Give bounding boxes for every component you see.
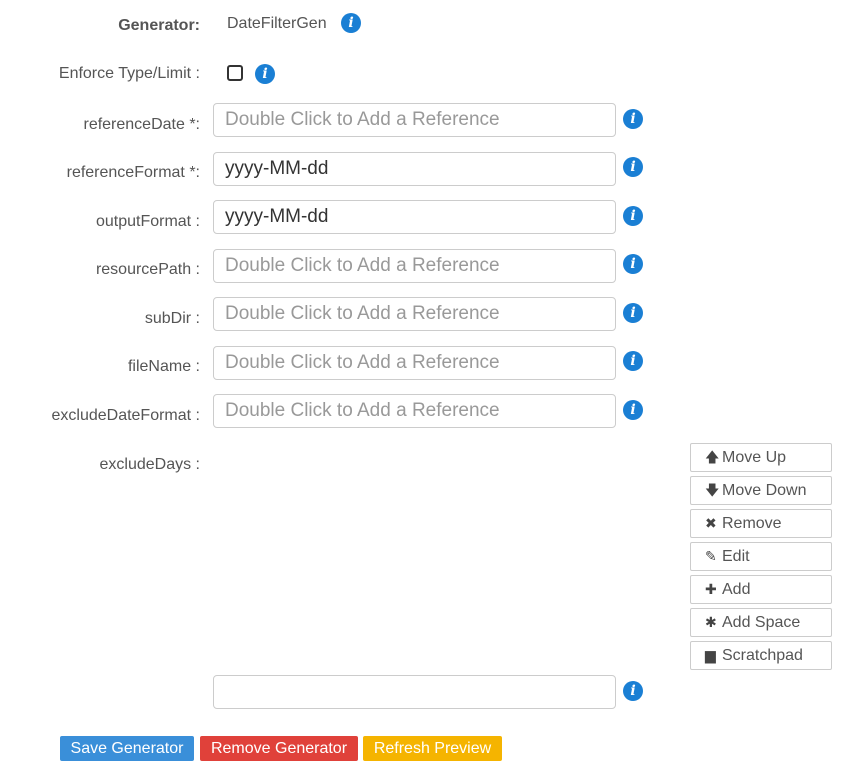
edit-button[interactable]: ✎ Edit (690, 542, 832, 571)
asterisk-icon: ✱ (705, 614, 717, 630)
add-space-label: Add Space (722, 614, 801, 631)
exclude-days-input[interactable] (213, 675, 616, 709)
pencil-icon: ✎ (705, 548, 717, 564)
exclude-date-format-label: excludeDateFormat : (51, 407, 200, 424)
move-down-label: Move Down (722, 482, 807, 499)
file-icon: ▆ (705, 647, 716, 663)
reference-date-input[interactable] (213, 103, 616, 137)
exclude-days-info-icon[interactable]: i (623, 681, 643, 701)
plus-icon: ✚ (705, 581, 717, 597)
reference-format-input[interactable] (213, 152, 616, 186)
exclude-date-format-info-icon[interactable]: i (623, 400, 643, 420)
sub-dir-label: subDir : (144, 310, 200, 327)
file-name-info-icon[interactable]: i (623, 351, 643, 371)
output-format-info-icon[interactable]: i (623, 206, 643, 226)
remove-generator-button[interactable]: Remove Generator (200, 736, 358, 761)
remove-label: Remove (722, 515, 782, 532)
refresh-preview-button[interactable]: Refresh Preview (363, 736, 502, 761)
generator-label: Generator: (118, 17, 200, 34)
edit-label: Edit (722, 548, 750, 565)
move-up-button[interactable]: 🡅 Move Up (690, 443, 832, 472)
scratchpad-button[interactable]: ▆ Scratchpad (690, 641, 832, 670)
generator-info-icon[interactable]: i (341, 13, 361, 33)
times-icon: ✖ (705, 515, 717, 531)
generator-name: DateFilterGen (227, 15, 327, 32)
reference-date-label: referenceDate *: (83, 116, 200, 133)
save-generator-button[interactable]: Save Generator (60, 736, 194, 761)
enforce-info-icon[interactable]: i (255, 64, 275, 84)
resource-path-info-icon[interactable]: i (623, 254, 643, 274)
move-down-button[interactable]: 🡇 Move Down (690, 476, 832, 505)
move-up-label: Move Up (722, 449, 787, 466)
file-name-label: fileName : (127, 358, 200, 375)
exclude-date-format-input[interactable] (213, 394, 616, 428)
scratchpad-label: Scratchpad (722, 647, 803, 664)
arrow-up-icon: 🡅 (705, 449, 720, 465)
remove-button[interactable]: ✖ Remove (690, 509, 832, 538)
file-name-input[interactable] (213, 346, 616, 380)
sub-dir-info-icon[interactable]: i (623, 303, 643, 323)
enforce-label: Enforce Type/Limit : (58, 65, 200, 82)
arrow-down-icon: 🡇 (705, 482, 720, 498)
reference-format-info-icon[interactable]: i (623, 157, 643, 177)
sub-dir-input[interactable] (213, 297, 616, 331)
reference-format-label: referenceFormat *: (66, 164, 200, 181)
enforce-checkbox[interactable] (227, 65, 243, 81)
output-format-input[interactable] (213, 200, 616, 234)
resource-path-label: resourcePath : (95, 261, 200, 278)
exclude-days-label: excludeDays : (99, 456, 201, 473)
resource-path-input[interactable] (213, 249, 616, 283)
add-label: Add (722, 581, 751, 598)
add-button[interactable]: ✚ Add (690, 575, 832, 604)
reference-date-info-icon[interactable]: i (623, 109, 643, 129)
add-space-button[interactable]: ✱ Add Space (690, 608, 832, 637)
output-format-label: outputFormat : (95, 213, 200, 230)
